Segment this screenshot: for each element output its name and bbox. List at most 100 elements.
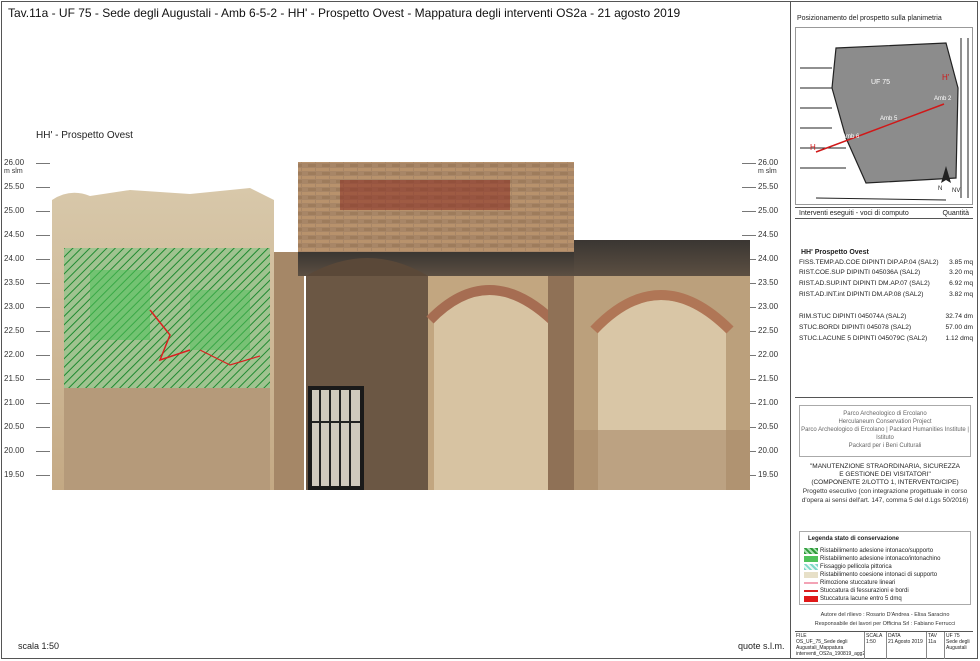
- right-tick: 21.50: [741, 374, 779, 383]
- svg-text:NV: NV: [952, 188, 960, 194]
- legend-item: Ristabilimento adesione intonaco/intonac…: [804, 556, 940, 563]
- left-tick: 25.50: [4, 182, 51, 191]
- left-tick: 23.50: [4, 278, 51, 287]
- left-tick: 24.50: [4, 230, 51, 239]
- works-row: RIST.AD.SUP.INT DIPINTI DM.AP.07 (SAL2) 6…: [799, 280, 973, 287]
- right-axis-unit: m slm: [758, 168, 777, 175]
- legend-swatch: [804, 556, 818, 562]
- legend-swatch: [804, 588, 818, 594]
- left-axis-unit: m slm: [4, 168, 23, 175]
- right-tick: 21.00: [741, 398, 779, 407]
- org-line: Herculaneum Conservation Project: [838, 419, 932, 425]
- works-row: FISS.TEMP.AD.COE DIPINTI DIP.AP.04 (SAL2…: [799, 259, 973, 266]
- legend-item: Ristabilimento adesione intonaco/support…: [804, 548, 933, 555]
- right-tick: 25.50: [741, 182, 779, 191]
- project-box: "MANUTENZIONE STRAORDINARIA, SICUREZZA E…: [799, 463, 971, 523]
- right-tick: 22.50: [741, 326, 779, 335]
- project-title-line: "MANUTENZIONE STRAORDINARIA, SICUREZZA: [809, 463, 960, 470]
- works-table-subheader: HH' Prospetto Ovest: [801, 249, 869, 256]
- credit-line: Autore del rilievo : Rosario D'Andrea - …: [820, 612, 950, 618]
- project-description-line: Progetto esecutivo (con integrazione pro…: [802, 488, 968, 495]
- scale-label: scala 1:50: [18, 641, 60, 651]
- plan-label-uf: UF 75: [871, 79, 890, 86]
- org-line: Parco Archeologico di Ercolano: [843, 411, 927, 417]
- elevation-title: HH' - Prospetto Ovest: [36, 130, 133, 141]
- credits: Autore del rilievo : Rosario D'Andrea - …: [799, 611, 971, 629]
- works-row: RIST.AD.INT.int DIPINTI DM.AP.08 (SAL2) 3…: [799, 291, 973, 298]
- org-line: Packard per i Beni Culturali: [848, 443, 922, 449]
- right-tick: 22.00: [741, 350, 779, 359]
- quote-label: quote s.l.m.: [738, 641, 785, 651]
- credit-line: Responsabile dei lavori per Officina Srl…: [814, 621, 956, 627]
- left-tick: 21.00: [4, 398, 51, 407]
- title-block: FILE OS_UF_75_Sede degli Augustali_Mappa…: [795, 631, 973, 659]
- right-tick: 26.00: [741, 158, 779, 167]
- right-tick: 20.00: [741, 446, 779, 455]
- legend-title: Legenda stato di conservazione: [808, 536, 900, 542]
- tb-tav: TAV 11a: [927, 632, 945, 659]
- right-tick: 25.00: [741, 206, 779, 215]
- right-tick: 20.50: [741, 422, 779, 431]
- right-tick: 23.00: [741, 302, 779, 311]
- plan-label-h-prime: H': [942, 73, 950, 82]
- project-description-line: d'opera ai sensi dell'art. 147, comma 5 …: [801, 497, 969, 504]
- works-row: RIM.STUC DIPINTI 045074A (SAL2) 32.74 dm: [799, 313, 973, 320]
- left-tick: 22.50: [4, 326, 51, 335]
- left-tick: 24.00: [4, 254, 51, 263]
- works-table-col-qty: Quantità: [942, 210, 969, 217]
- sheet-title: Tav.11a - UF 75 - Sede degli Augustali -…: [8, 6, 681, 20]
- works-table-header: Interventi eseguiti - voci di computo Qu…: [795, 207, 973, 219]
- plan-title: Posizionamento del prospetto sulla plani…: [797, 15, 942, 22]
- legend-swatch: [804, 564, 818, 570]
- right-tick: 24.00: [741, 254, 779, 263]
- works-table-col-items: Interventi eseguiti - voci di computo: [799, 210, 909, 217]
- left-tick: 25.00: [4, 206, 51, 215]
- adhesion-solid-area: [90, 270, 150, 340]
- plan-label-amb2: Amb 2: [934, 96, 952, 102]
- legend-item: Ristabilimento coesione intonaci di supp…: [804, 572, 937, 579]
- organization-box: Parco Archeologico di Ercolano Herculane…: [799, 405, 971, 457]
- left-tick: 22.00: [4, 350, 51, 359]
- legend-swatch: [804, 580, 818, 586]
- legend-item: Stuccatura lacune entro 5 dmq: [804, 596, 902, 603]
- legend-item: Fissaggio pellicola pittorica: [804, 564, 892, 571]
- left-tick: 23.00: [4, 302, 51, 311]
- section-divider: [795, 397, 973, 398]
- tb-uf: UF 75 Sede degli Augustali: [946, 633, 970, 651]
- right-tick: 19.50: [741, 470, 779, 479]
- tb-scala: SCALA 1:50: [865, 632, 887, 659]
- right-tick: 23.50: [741, 278, 779, 287]
- project-title-line: (COMPONENTE 2/LOTTO 1, INTERVENTO/CIPE): [811, 479, 959, 486]
- project-title-line: E GESTIONE DEI VISITATORI": [839, 471, 931, 478]
- left-tick: 26.00: [4, 158, 51, 167]
- works-row: RIST.COE.SUP DIPINTI 045036A (SAL2) 3.20 …: [799, 269, 973, 276]
- tb-file: FILE OS_UF_75_Sede degli Augustali_Mappa…: [796, 632, 865, 659]
- legend-item: Rimozione stuccature lineari: [804, 580, 895, 587]
- legend-swatch: [804, 572, 818, 578]
- left-tick: 19.50: [4, 470, 51, 479]
- works-row: STUC.BORDI DIPINTI 045078 (SAL2) 57.00 dm: [799, 324, 973, 331]
- left-tick: 20.00: [4, 446, 51, 455]
- org-line: Parco Archeologico di Ercolano | Packard…: [801, 427, 969, 441]
- legend-item: Stuccatura di fessurazioni e bordi: [804, 588, 909, 595]
- left-tick: 21.50: [4, 374, 51, 383]
- svg-text:N: N: [938, 186, 942, 192]
- legend-box: Legenda stato di conservazione Ristabili…: [799, 531, 971, 605]
- legend-swatch: [804, 596, 818, 602]
- legend-swatch: [804, 548, 818, 554]
- plan-label-h: H: [810, 143, 816, 152]
- adhesion-solid-area: [190, 290, 250, 350]
- site-plan-drawing: UF 75 Amb 2 Amb 5 Amb 6 H H' N NV: [796, 28, 972, 204]
- info-panel: Posizionamento del prospetto sulla plani…: [791, 1, 978, 659]
- plan-label-amb5: Amb 5: [880, 116, 898, 122]
- elevation-orthophoto: [52, 162, 750, 490]
- right-tick: 24.50: [741, 230, 779, 239]
- site-plan: UF 75 Amb 2 Amb 5 Amb 6 H H' N NV: [795, 27, 973, 205]
- center-section: [298, 162, 578, 490]
- tb-data: DATA 21 Agosto 2019: [887, 632, 927, 659]
- right-section: [574, 240, 750, 490]
- left-tick: 20.50: [4, 422, 51, 431]
- works-row: STUC.LACUNE 5 DIPINTI 045079C (SAL2) 1.12…: [799, 335, 973, 342]
- left-wall-section: [52, 188, 304, 490]
- plan-label-amb6: Amb 6: [842, 134, 860, 140]
